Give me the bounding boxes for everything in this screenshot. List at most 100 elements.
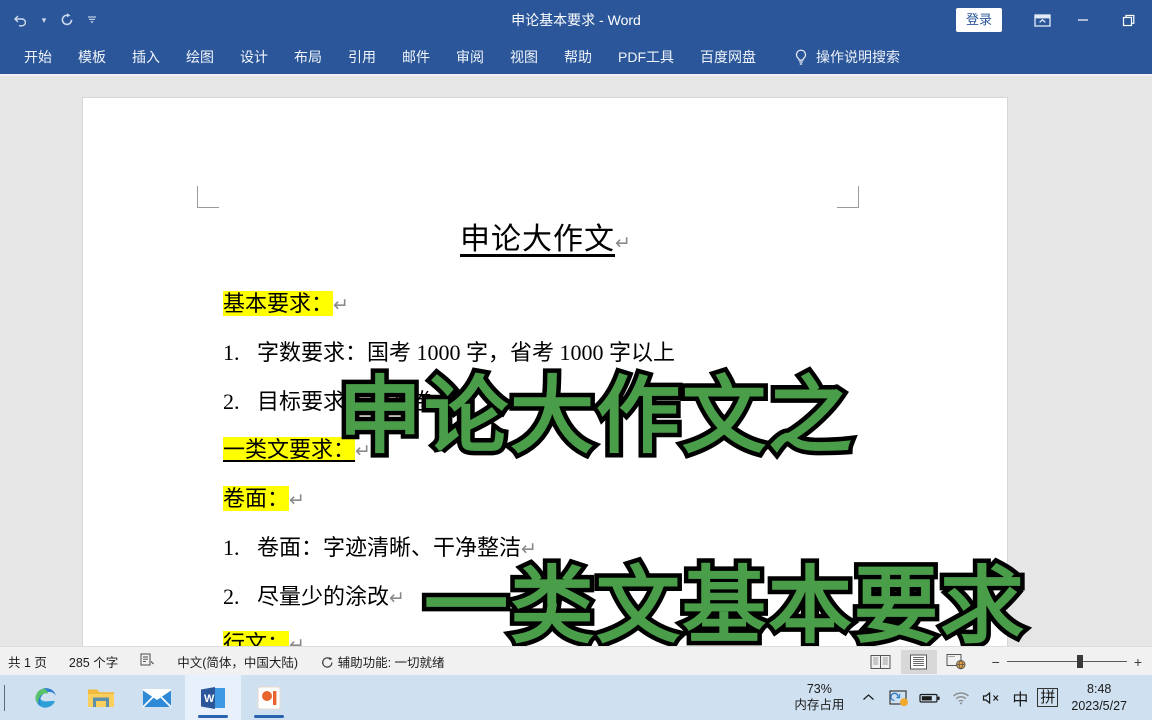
status-bar-right: − +	[862, 647, 1152, 676]
title-bar-right-controls: 登录	[955, 0, 1152, 40]
list-number: 1.	[223, 535, 240, 560]
zoom-slider-thumb[interactable]	[1076, 655, 1083, 668]
document-heading: 申论大作文↵	[83, 214, 1009, 258]
wifi-icon[interactable]	[950, 686, 972, 710]
tab-start[interactable]: 开始	[14, 43, 62, 71]
svg-text:W: W	[204, 693, 215, 705]
doc-line-label: 基本要求：	[223, 291, 334, 316]
language-indicator[interactable]: 中文(简体，中国大陆)	[177, 652, 298, 671]
accessibility-icon	[320, 656, 337, 670]
accessibility-status[interactable]: 辅助功能: 一切就绪	[320, 652, 445, 671]
doc-line-basic-requirements: 基本要求：↵	[223, 286, 349, 318]
document-canvas[interactable]: 申论大作文↵ 基本要求：↵ 1. 字数要求：国考 1000 字，省考 1000 字…	[0, 78, 1152, 646]
pilcrow-icon: ↵	[615, 232, 632, 254]
doc-line-label: 卷面：	[257, 535, 324, 560]
doc-line-rest: 字迹清晰、干净整洁	[323, 535, 522, 560]
zoom-slider-track[interactable]	[1006, 655, 1127, 668]
battery-icon[interactable]	[919, 686, 941, 710]
tab-view[interactable]: 视图	[500, 43, 548, 71]
tell-me-label: 操作说明搜索	[816, 49, 900, 65]
pilcrow-icon: ↵	[289, 489, 305, 511]
tab-pdf-tools[interactable]: PDF工具	[608, 43, 684, 71]
document-heading-text: 申论大作文	[460, 223, 616, 256]
tab-references[interactable]: 引用	[338, 43, 386, 71]
doc-line-label: 尽量少的涂改	[257, 584, 390, 609]
doc-line-goal: 2. 目标要求：一类卷↵	[223, 384, 449, 416]
word-count[interactable]: 285 个字	[69, 652, 118, 671]
doc-line-rest: 国考 1000 字，省考 1000 字以上	[367, 340, 676, 365]
pilcrow-icon: ↵	[521, 538, 537, 560]
document-body[interactable]: 申论大作文↵ 基本要求：↵ 1. 字数要求：国考 1000 字，省考 1000 字…	[83, 98, 1009, 646]
memory-usage-indicator[interactable]: 73% 内存占用	[794, 682, 844, 713]
ime-mode-indicator[interactable]: 中	[1012, 686, 1028, 710]
tab-review[interactable]: 审阅	[446, 43, 494, 71]
pilcrow-icon: ↵	[333, 294, 349, 316]
volume-muted-icon[interactable]	[981, 686, 1003, 710]
pilcrow-icon: ↵	[389, 587, 405, 609]
title-bar: ▾ 申论基本要求 - Word 登录	[0, 0, 1152, 40]
pilcrow-icon: ↵	[433, 392, 449, 414]
memory-label: 内存占用	[794, 697, 845, 712]
zoom-in-icon[interactable]: +	[1134, 655, 1142, 669]
margin-mark-top-right	[837, 186, 859, 208]
proofing-errors-icon[interactable]	[140, 653, 155, 669]
tab-design[interactable]: 设计	[230, 43, 278, 71]
list-number: 1.	[223, 340, 240, 365]
show-hidden-icons-icon[interactable]	[857, 686, 879, 710]
view-read-mode-button[interactable]	[863, 650, 899, 674]
ribbon-tab-bar: 开始 模板 插入 绘图 设计 布局 引用 邮件 审阅 视图 帮助 PDF工具 百…	[0, 40, 1152, 76]
taskbar-app-word[interactable]: W	[185, 675, 241, 720]
tab-insert[interactable]: 插入	[122, 43, 170, 71]
doc-line-label: 字数要求：	[257, 340, 368, 365]
minimize-icon[interactable]	[1060, 0, 1106, 40]
tab-mailings[interactable]: 邮件	[392, 43, 440, 71]
pilcrow-icon: ↵	[289, 634, 305, 646]
zoom-slider[interactable]: − +	[992, 655, 1142, 669]
taskbar-app-edge[interactable]	[17, 675, 73, 720]
taskbar-app-powerpoint[interactable]	[241, 675, 297, 720]
sign-in-button[interactable]: 登录	[955, 8, 1002, 32]
taskbar-active-indicator	[198, 715, 228, 718]
view-web-layout-button[interactable]	[939, 650, 975, 674]
onedrive-sync-icon[interactable]	[888, 686, 910, 710]
zoom-out-icon[interactable]: −	[992, 655, 1000, 669]
ribbon-display-options-icon[interactable]	[1024, 0, 1060, 40]
windows-taskbar: W 73% 内存占用 中 拼 8:48 2023/5/27	[0, 675, 1152, 720]
doc-line-rest: 一类卷	[367, 389, 434, 414]
margin-mark-top-left	[197, 186, 219, 208]
taskbar-app-mail[interactable]	[129, 675, 185, 720]
page-count[interactable]: 共 1 页	[8, 652, 47, 671]
tab-draw[interactable]: 绘图	[176, 43, 224, 71]
tell-me-search[interactable]: 操作说明搜索	[794, 47, 900, 67]
taskbar-divider	[4, 684, 5, 711]
doc-line-label: 卷面：	[223, 486, 290, 511]
show-desktop-button[interactable]	[1140, 675, 1146, 720]
word-application-window: ▾ 申论基本要求 - Word 登录 开始 模板 插入 绘图 设计 布局 引用 …	[0, 0, 1152, 720]
accessibility-label: 辅助功能: 一切就绪	[337, 655, 445, 670]
lightbulb-icon	[794, 49, 808, 65]
system-tray: 73% 内存占用 中 拼 8:48 2023/5/27	[794, 675, 1152, 720]
doc-line-word-count: 1. 字数要求：国考 1000 字，省考 1000 字以上	[223, 335, 675, 367]
document-page[interactable]: 申论大作文↵ 基本要求：↵ 1. 字数要求：国考 1000 字，省考 1000 字…	[82, 97, 1008, 646]
doc-line-label: 目标要求：	[257, 389, 368, 414]
taskbar-active-indicator	[254, 715, 284, 718]
doc-line-writing-heading: 行文：↵	[223, 626, 305, 646]
doc-line-handwriting: 1. 卷面：字迹清晰、干净整洁↵	[223, 530, 537, 562]
clock-date: 2023/5/27	[1071, 698, 1127, 713]
list-number: 2.	[223, 584, 240, 609]
doc-line-less-corrections: 2. 尽量少的涂改↵	[223, 579, 405, 611]
doc-line-label: 一类文要求：	[223, 437, 356, 462]
status-bar: 共 1 页 285 个字 中文(简体，中国大陆) 辅助功能: 一切就绪 − +	[0, 646, 1152, 675]
pilcrow-icon: ↵	[355, 440, 371, 462]
taskbar-app-file-explorer[interactable]	[73, 675, 129, 720]
tab-layout[interactable]: 布局	[284, 43, 332, 71]
tab-baidu-netdisk[interactable]: 百度网盘	[690, 43, 766, 71]
clock[interactable]: 8:48 2023/5/27	[1071, 681, 1127, 714]
doc-line-class-one-requirements: 一类文要求：↵	[223, 432, 371, 464]
clock-time: 8:48	[1087, 682, 1112, 697]
view-print-layout-button[interactable]	[900, 649, 937, 674]
tab-template[interactable]: 模板	[68, 43, 116, 71]
ime-pinyin-indicator[interactable]: 拼	[1037, 687, 1059, 708]
tab-help[interactable]: 帮助	[554, 43, 602, 71]
restore-icon[interactable]	[1106, 0, 1152, 40]
